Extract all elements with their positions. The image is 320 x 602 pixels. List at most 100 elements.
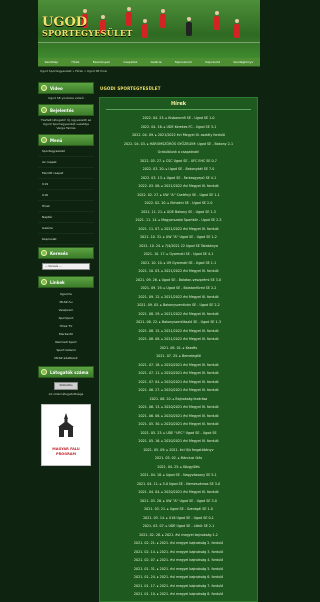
news-link[interactable]: 2022. 02. 20. ▸ Ebhalmi SE - Ugod SE 2-0 bbox=[145, 201, 213, 205]
news-link[interactable]: 2021. 01. 10. ▸ 2021. évi megyei bajnoks… bbox=[134, 592, 223, 596]
menu-item[interactable]: Naptár bbox=[38, 212, 94, 223]
news-link[interactable]: 2021. 11. 07. ▸ 2021/2022 évi Megyei III… bbox=[138, 227, 218, 231]
news-link[interactable]: 2022. 03. 06. ▸ 2021/2022 évi Megyei III… bbox=[138, 184, 218, 188]
nav-item[interactable]: Galéria bbox=[151, 60, 162, 64]
news-link[interactable]: 2021. 02. 28. ▸ 2021. évi megyei bajnoks… bbox=[139, 533, 218, 537]
nav-item[interactable]: Kapcsolat bbox=[205, 60, 220, 64]
news-link[interactable]: 2021. 07. 11. ▸ 2020/2021 évi Megyei III… bbox=[138, 371, 218, 375]
news-link[interactable]: 2021. 05. 16. ▸ 2020/2021 évi Megyei III… bbox=[138, 439, 218, 443]
news-link[interactable]: 2021. 07. 04. ▸ 2020/2021 évi Megyei III… bbox=[138, 380, 218, 384]
link-item[interactable]: Ugod.hu bbox=[40, 290, 92, 298]
menu-item[interactable]: U19 bbox=[38, 179, 94, 190]
news-link[interactable]: 2021. 01. 17. ▸ 2021. évi megyei bajnoks… bbox=[134, 584, 223, 588]
news-link[interactable]: 2022. 03. 13. ▸ Ugod SE - Farkasgyepű SE… bbox=[141, 176, 216, 180]
news-item: 2022. 02. 20. ▸ Ebhalmi SE - Ugod SE 2-0 bbox=[102, 199, 255, 208]
player-figure bbox=[142, 19, 148, 38]
news-link[interactable]: 2021. 03. 21. ▸ Ugod SE - Szentgál SE 1-… bbox=[144, 507, 213, 511]
news-item: 2022. 04. 09. ▸ 2021/2022 évi Megyei III… bbox=[102, 131, 255, 140]
news-link[interactable]: 2021. 06. 20. ▸ Bajnokság lezárása bbox=[150, 397, 208, 401]
news-item: 2021. 10. 17. ▸ Gyarmati SE - Ugod SE 4-… bbox=[102, 250, 255, 259]
news-link[interactable]: 2021. 04. 18. ▸ Ugod SE - Nagyvázsony SE… bbox=[140, 473, 217, 477]
link-item[interactable]: Merkantil bbox=[40, 330, 92, 338]
news-link[interactable]: 2021. 10. 10. ▸ U9 Gyarmati SE - Ugod SE… bbox=[141, 261, 216, 265]
news-link[interactable]: 2021. 10. 17. ▸ Gyarmati SE - Ugod SE 4-… bbox=[144, 252, 214, 256]
news-link[interactable]: 2021. 02. 07. ▸ 2021. évi megyei bajnoks… bbox=[134, 558, 223, 562]
news-link[interactable]: 2021. 04. 11. ▸ 5-0 Ugod SE - Nemesvámos… bbox=[137, 482, 220, 486]
news-link[interactable]: 2021. 03. 14. ▸ U16 Ugod SE - Ugod SE 0-… bbox=[143, 516, 214, 520]
news-link[interactable]: 2021. 05. 23. ▸ UDE ''UFC'' Ugod SE - Ug… bbox=[140, 431, 216, 435]
news-link[interactable]: 2021. 09. 26. ▸ Ugod SE - Balaton-veszpr… bbox=[136, 278, 221, 282]
news-link[interactable]: 2021. 06. 13. ▸ 2020/2021 évi Megyei III… bbox=[138, 405, 218, 409]
link-item[interactable]: MLSZ adatbank bbox=[40, 354, 92, 362]
link-item[interactable]: MLSZ.hu bbox=[40, 298, 92, 306]
news-link[interactable]: 2021. 05. 02. ▸ Márciusi ülés bbox=[155, 456, 202, 460]
news-link[interactable]: 2021. 07. 25. ▸ Bemelegítő bbox=[156, 354, 201, 358]
news-item: 2021. 03. 21. ▸ Ugod SE - Szentgál SE 1-… bbox=[102, 505, 255, 514]
news-link[interactable]: 2021. 04. 04. ▸ 2020/2021 évi Megyei III… bbox=[138, 490, 218, 494]
news-link[interactable]: 2021. 06. 06. ▸ 2020/2021 évi Megyei III… bbox=[138, 414, 218, 418]
news-link[interactable]: 2021. 11. 14. ▸ Magyarszalai Sportkör - … bbox=[136, 218, 222, 222]
news-link[interactable]: 2022. 04. 16. ▸ UDE Kerekes FC - Ugod SE… bbox=[141, 125, 217, 129]
news-item: 2021. 11. 21. ▸ UDE Bakony SE - Ugod SE … bbox=[102, 208, 255, 217]
news-link[interactable]: 2021. 01. 31. ▸ 2021. évi megyei bajnoks… bbox=[134, 567, 223, 571]
link-item[interactable]: Veszprem bbox=[40, 306, 92, 314]
site-logo[interactable]: UGOD SPORTEGYESÜLET bbox=[42, 16, 133, 38]
player-figure bbox=[234, 19, 240, 38]
news-item: 2022. 03. 06. ▸ 2021/2022 évi Megyei III… bbox=[102, 182, 255, 191]
visitor-counter-badge[interactable]: Statisztika bbox=[54, 382, 78, 390]
news-link[interactable]: 2022. 04. 09. ▸ 2021/2022 évi Megyei III… bbox=[132, 133, 225, 137]
video-link[interactable]: Ugod SE youtube videói bbox=[40, 96, 92, 100]
menu-item[interactable]: Kapcsolat bbox=[38, 234, 94, 245]
news-link[interactable]: 2021. 10. 31. ▸ UW ''A'' Ugod SE - Ugod … bbox=[140, 235, 217, 239]
news-link[interactable]: 2022. 03. 27. ▸ CSC Ugod SE - UFC EHC SE… bbox=[140, 159, 217, 163]
news-link[interactable]: 2021. 09. 05. ▸ Bakonyszentiván SE - Ugo… bbox=[137, 303, 220, 307]
news-link[interactable]: 2022. 03. 20. ▸ Ugod SE - Bakonybél SE 7… bbox=[143, 167, 215, 171]
news-link[interactable]: 2021. 02. 21. ▸ 2021. évi megyei bajnoks… bbox=[134, 541, 223, 545]
player-figure bbox=[186, 17, 192, 36]
news-link[interactable]: 2021. 08. 22. ▸ Bakonyszentlászló SE - U… bbox=[136, 320, 221, 324]
link-item[interactable]: Hírek TV bbox=[40, 322, 92, 330]
news-link[interactable]: 2021. 08. 29. ▸ 2021/2022 évi Megyei III… bbox=[138, 312, 218, 316]
news-item: 2021. 11. 14. ▸ Magyarszalai Sportkör - … bbox=[102, 216, 255, 225]
nav-item[interactable]: Hírek bbox=[72, 60, 80, 64]
box-header: Keresés bbox=[38, 247, 94, 259]
news-link[interactable]: 2021. 05. 09. ▸ 2021. évi Ifjú forgatókö… bbox=[143, 448, 213, 452]
nav-item[interactable]: Események bbox=[93, 60, 110, 64]
news-link[interactable]: 2021. 09. 12. ▸ 2021/2022 évi Megyei III… bbox=[138, 295, 218, 299]
news-item: 2021. 05. 23. ▸ UDE ''UFC'' Ugod SE - Ug… bbox=[102, 429, 255, 438]
news-link[interactable]: 2021. 01. 24. ▸ 2021. évi megyei bajnoks… bbox=[134, 575, 223, 579]
nav-item[interactable]: Csapatok bbox=[123, 60, 137, 64]
news-link[interactable]: 2021. 11. 21. ▸ UDE Bakony SE - Ugod SE … bbox=[141, 210, 216, 214]
news-link[interactable]: 2022. 04. 23. ▸ Kisbaromfi SE - Ugod SE … bbox=[142, 116, 214, 120]
nav-item[interactable]: Kezdőlap bbox=[45, 60, 59, 64]
news-link[interactable]: 2022. 04. 03. ▸ HÁROMSZÖRÖS GYŐZELEM: Ug… bbox=[124, 142, 233, 146]
menu-item[interactable]: Felnőtt csapat bbox=[38, 168, 94, 179]
news-link[interactable]: 2021. 10. 24. ▸ 7/4/2021 22 Ugod SE Tata… bbox=[139, 244, 218, 248]
menu-item[interactable]: U16 bbox=[38, 190, 94, 201]
news-link[interactable]: 2021. 02. 14. ▸ 2021. évi megyei bajnoks… bbox=[134, 550, 223, 554]
news-link[interactable]: 2021. 03. 28. ▸ UW ''A'' Ugod SE - Ugod … bbox=[140, 499, 217, 503]
news-link[interactable]: 2021. 04. 25. ▸ Közgyűlés bbox=[157, 465, 199, 469]
news-link[interactable]: 2022. 02. 27. ▸ UW ''A'' Csetényi SE - U… bbox=[137, 193, 220, 197]
news-link[interactable]: 2021. 09. 19. ▸ Ugod SE - Balatonfüred S… bbox=[141, 286, 217, 290]
menu-item[interactable]: Az csapat bbox=[38, 157, 94, 168]
news-link[interactable]: Gratulálunk a csapatnak! bbox=[158, 150, 200, 154]
link-item[interactable]: Sportpont bbox=[40, 314, 92, 322]
news-link[interactable]: 2021. 07. 18. ▸ 2020/2021 évi Megyei III… bbox=[138, 363, 218, 367]
news-link[interactable]: 2021. 08. 08. ▸ 2021/2022 évi Megyei III… bbox=[138, 337, 218, 341]
menu-item[interactable]: Hírek bbox=[38, 201, 94, 212]
search-select[interactable]: --- Keresés --- bbox=[42, 263, 90, 270]
link-item[interactable]: Sport kaland bbox=[40, 346, 92, 354]
menu-item[interactable]: Sportegyesület bbox=[38, 146, 94, 157]
news-link[interactable]: 2021. 10. 03. ▸ 2021/2022 évi Megyei III… bbox=[138, 269, 218, 273]
nav-item[interactable]: Szponzorok bbox=[175, 60, 192, 64]
news-link[interactable]: 2021. 03. 07. ▸ UDE Ugod SE - Lókút SE 2… bbox=[143, 524, 215, 528]
magyar-falu-program-logo[interactable]: MAGYAR FALU PROGRAM bbox=[41, 404, 91, 466]
news-link[interactable]: 2021. 08. 01. ▸ Kezdés bbox=[160, 346, 197, 350]
nav-item[interactable]: Vendégkönyv bbox=[233, 60, 253, 64]
news-link[interactable]: 2021. 08. 15. ▸ 2021/2022 évi Megyei III… bbox=[138, 329, 218, 333]
news-link[interactable]: 2021. 06. 27. ▸ 2020/2021 évi Megyei III… bbox=[138, 388, 218, 392]
news-link[interactable]: 2021. 05. 30. ▸ 2020/2021 évi Megyei III… bbox=[138, 422, 218, 426]
link-item[interactable]: Nemzeti Sport bbox=[40, 338, 92, 346]
menu-item[interactable]: Galéria bbox=[38, 223, 94, 234]
